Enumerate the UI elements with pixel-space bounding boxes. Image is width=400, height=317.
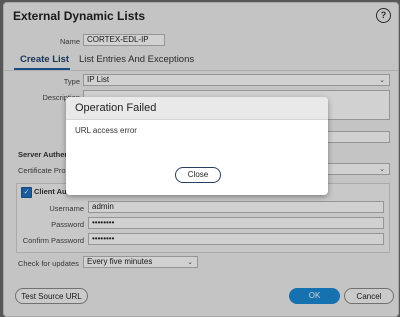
modal-message: URL access error	[75, 126, 137, 135]
modal-header: Operation Failed	[66, 97, 328, 120]
close-button[interactable]: Close	[175, 167, 221, 183]
modal-title: Operation Failed	[75, 102, 157, 114]
operation-failed-modal: Operation Failed URL access error Close	[66, 97, 328, 195]
